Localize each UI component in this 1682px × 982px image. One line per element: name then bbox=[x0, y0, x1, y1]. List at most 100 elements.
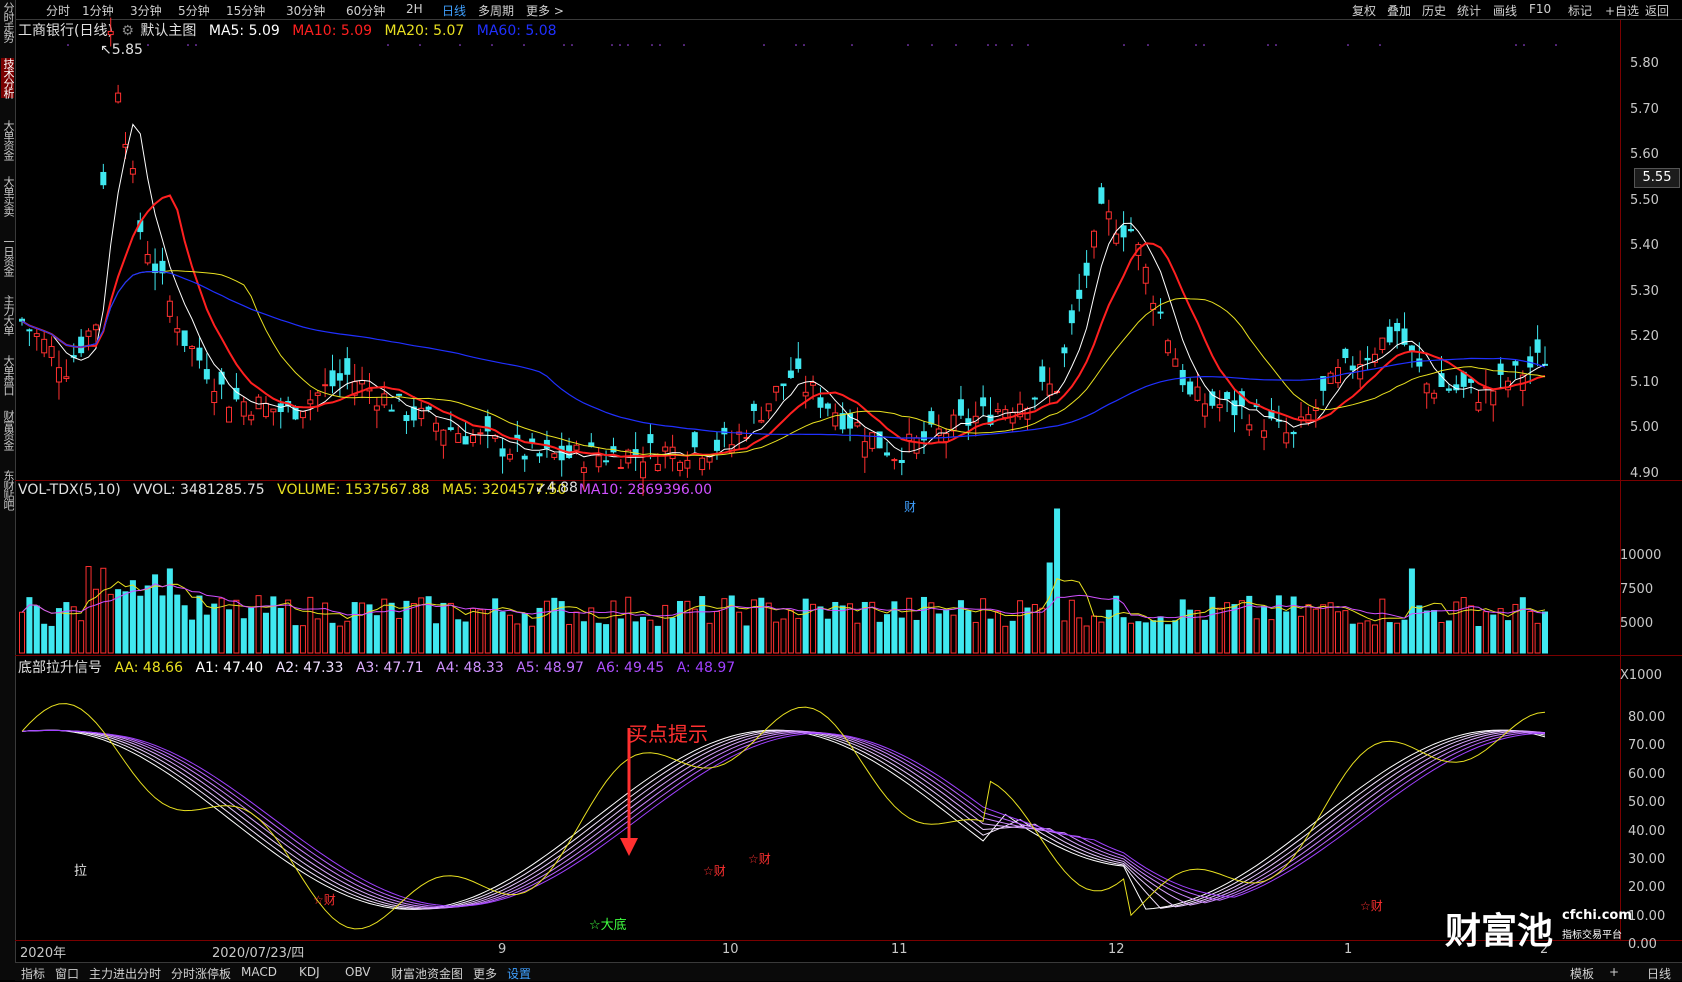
volume-bar bbox=[352, 603, 357, 653]
candle-body bbox=[1491, 391, 1496, 405]
volume-bar bbox=[1476, 627, 1481, 653]
volume-bar bbox=[648, 620, 653, 653]
chart-canvas[interactable] bbox=[0, 0, 1682, 980]
candle-body bbox=[219, 372, 224, 384]
volume-bar bbox=[1350, 624, 1355, 653]
volume-bar bbox=[108, 594, 113, 653]
volume-bar bbox=[537, 608, 542, 653]
bottom-tab-8[interactable]: 更多 bbox=[473, 965, 497, 982]
candle-body bbox=[167, 301, 172, 316]
volume-bar bbox=[1365, 621, 1370, 653]
volume-bar bbox=[870, 602, 875, 653]
volume-bar bbox=[633, 622, 638, 653]
candle-body bbox=[20, 319, 25, 321]
volume-bar bbox=[899, 618, 904, 653]
top-dot bbox=[195, 44, 197, 46]
candle-body bbox=[1343, 349, 1348, 357]
candle-body bbox=[182, 331, 187, 346]
volume-bar bbox=[300, 626, 305, 653]
volume-bar bbox=[397, 618, 402, 653]
candle-body bbox=[507, 454, 512, 459]
candle-body bbox=[27, 330, 32, 331]
volume-bar bbox=[1469, 606, 1474, 653]
top-dot bbox=[987, 44, 989, 46]
candle-body bbox=[1232, 401, 1237, 415]
candle-body bbox=[374, 406, 379, 410]
indicator-line-1 bbox=[22, 730, 1545, 909]
ind-axis-label: 80.00 bbox=[1628, 710, 1665, 725]
candle-body bbox=[1395, 323, 1400, 330]
volume-bar bbox=[271, 597, 276, 653]
volume-bar bbox=[315, 619, 320, 653]
volume-bar bbox=[1483, 612, 1488, 653]
bottom-tab-0[interactable]: 指标 bbox=[21, 965, 45, 982]
top-dot bbox=[459, 44, 461, 46]
candle-body bbox=[323, 385, 328, 386]
bottom-right-0[interactable]: 模板 bbox=[1570, 965, 1594, 982]
candle-body bbox=[825, 404, 830, 408]
cai-marker[interactable]: 财 bbox=[904, 498, 916, 515]
volume-bar bbox=[907, 598, 912, 653]
candle-body bbox=[337, 374, 342, 380]
volume-bar bbox=[374, 616, 379, 653]
volume-bar bbox=[330, 623, 335, 653]
volume-bar bbox=[766, 603, 771, 653]
volume-bar bbox=[951, 615, 956, 653]
volume-bar bbox=[929, 603, 934, 653]
bottom-right-1[interactable]: + bbox=[1609, 965, 1619, 979]
bottom-tab-9[interactable]: 设置 bbox=[507, 965, 531, 982]
candle-body bbox=[330, 371, 335, 386]
candle-body bbox=[714, 440, 719, 450]
price-axis-label: 5.80 bbox=[1630, 56, 1659, 71]
bottom-tab-6[interactable]: OBV bbox=[345, 965, 371, 979]
volume-bar bbox=[1055, 509, 1060, 653]
volume-bar bbox=[500, 612, 505, 653]
candle-body bbox=[441, 430, 446, 445]
volume-bar bbox=[227, 610, 232, 653]
volume-bar bbox=[966, 611, 971, 653]
volume-bar bbox=[936, 614, 941, 653]
volume-bar bbox=[456, 620, 461, 653]
volume-bar bbox=[1173, 621, 1178, 653]
watermark-brand: 财富池 bbox=[1445, 902, 1553, 954]
candle-body bbox=[707, 457, 712, 462]
bottom-tab-2[interactable]: 主力进出分时 bbox=[89, 965, 161, 982]
volume-bar bbox=[1128, 623, 1133, 653]
candle-body bbox=[818, 398, 823, 407]
bottom-right-2[interactable]: 日线 bbox=[1647, 965, 1671, 982]
volume-bar bbox=[1225, 603, 1230, 653]
bottom-tab-3[interactable]: 分时涨停板 bbox=[171, 965, 231, 982]
candle-body bbox=[64, 377, 69, 379]
bottom-tab-4[interactable]: MACD bbox=[241, 965, 277, 979]
volume-bar bbox=[1092, 616, 1097, 653]
candle-body bbox=[655, 464, 660, 470]
candle-body bbox=[1365, 358, 1370, 359]
volume-bar bbox=[1084, 626, 1089, 653]
volume-bar bbox=[337, 626, 342, 653]
volume-bar bbox=[190, 620, 195, 653]
candle-body bbox=[1291, 432, 1296, 433]
candle-body bbox=[1446, 389, 1451, 390]
bottom-tab-7[interactable]: 财富池资金图 bbox=[391, 965, 463, 982]
volume-bar bbox=[921, 597, 926, 653]
volume-bar bbox=[79, 621, 84, 653]
bottom-tab-5[interactable]: KDJ bbox=[299, 965, 320, 979]
bottom-tab-1[interactable]: 窗口 bbox=[55, 965, 79, 982]
candle-body bbox=[1040, 367, 1045, 381]
candle-body bbox=[101, 172, 106, 184]
price-axis-label: 5.60 bbox=[1630, 147, 1659, 162]
buy-hint-label: 买点提示 bbox=[628, 718, 708, 747]
volume-bar bbox=[774, 622, 779, 653]
top-dot bbox=[627, 44, 629, 46]
volume-bar bbox=[988, 619, 993, 653]
candle-body bbox=[1047, 384, 1052, 395]
volume-bar bbox=[522, 614, 527, 653]
candle-body bbox=[899, 460, 904, 462]
volume-bar bbox=[1520, 598, 1525, 653]
candle-body bbox=[537, 454, 542, 456]
volume-bar bbox=[278, 608, 283, 653]
volume-bar bbox=[1432, 611, 1437, 653]
candle-body bbox=[249, 415, 254, 420]
watermark-site: cfchi.com bbox=[1562, 908, 1632, 923]
volume-bar bbox=[256, 596, 261, 653]
